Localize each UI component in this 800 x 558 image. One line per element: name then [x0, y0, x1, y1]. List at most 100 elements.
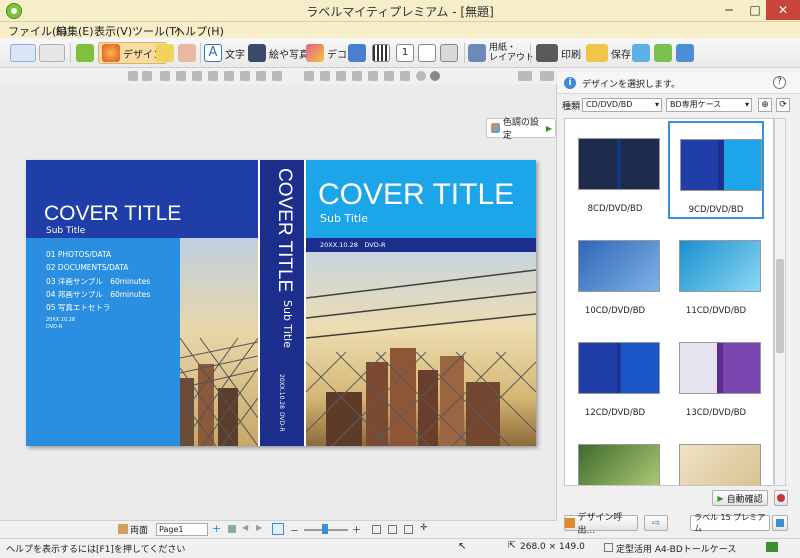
- status-size: 268.0 × 149.0: [520, 542, 585, 552]
- design-thumb[interactable]: 10CD/DVD/BD: [567, 223, 663, 321]
- design-call-button[interactable]: デザイン呼出...: [564, 513, 638, 536]
- prev-page-icon[interactable]: ◀: [242, 523, 248, 532]
- link-icon[interactable]: [224, 71, 234, 81]
- cd-cover-preview[interactable]: COVER TITLE Sub Title 01 PHOTOS/DATA 02 …: [26, 160, 536, 446]
- back-date: 20XX.10.28: [46, 317, 76, 323]
- design-thumb[interactable]: 13CD/DVD/BD: [668, 325, 764, 423]
- front-date-media: 20XX.10.28 DVD-R: [320, 241, 386, 249]
- add-page-icon[interactable]: +: [212, 522, 221, 535]
- dot-icon[interactable]: [430, 71, 440, 81]
- track-item: 02 DOCUMENTS/DATA: [46, 263, 129, 272]
- shape-icon[interactable]: [384, 71, 394, 81]
- tag-button[interactable]: [76, 42, 94, 64]
- both-sides-label[interactable]: 両面: [130, 523, 148, 536]
- paint-icon[interactable]: [208, 71, 218, 81]
- pen-button[interactable]: [156, 42, 174, 64]
- close-button[interactable]: ✕: [766, 0, 800, 20]
- print-status-icon: [766, 542, 778, 552]
- text-edit-icon[interactable]: [192, 71, 202, 81]
- thumb-label: 10CD/DVD/BD: [584, 306, 646, 316]
- border-icon[interactable]: [352, 71, 362, 81]
- category-select[interactable]: CD/DVD/BD: [582, 98, 662, 112]
- minimize-button[interactable]: ─: [716, 0, 742, 20]
- user-settings-button[interactable]: [774, 490, 788, 506]
- page-select[interactable]: Page1: [156, 523, 208, 536]
- save-label: 保存: [611, 49, 631, 61]
- view-toggle-button[interactable]: [10, 42, 65, 64]
- save-button[interactable]: 保存: [586, 42, 631, 64]
- label-product-select[interactable]: ラベル 15 プレミアム: [690, 513, 770, 533]
- size-icon: ⇱: [508, 541, 516, 551]
- design-thumb-selected[interactable]: 9CD/DVD/BD: [668, 121, 764, 219]
- front-photo: [305, 252, 536, 446]
- image-tool-button[interactable]: [348, 42, 366, 64]
- layer-icon[interactable]: [400, 71, 410, 81]
- paper-layout-button[interactable]: 用紙・ レイアウト: [468, 42, 534, 64]
- design-thumb[interactable]: [567, 427, 663, 485]
- fill-icon[interactable]: [240, 71, 250, 81]
- zoom-out-icon[interactable]: －: [290, 524, 299, 537]
- scrollbar-thumb[interactable]: [776, 259, 784, 353]
- eraser-button[interactable]: [178, 42, 196, 64]
- print-button[interactable]: 印刷: [536, 42, 581, 64]
- grid-icon[interactable]: [304, 71, 314, 81]
- barcode-button[interactable]: [372, 42, 390, 64]
- draw-icon[interactable]: [176, 71, 186, 81]
- zoom-in-icon[interactable]: ＋: [352, 523, 361, 536]
- design-thumb[interactable]: 12CD/DVD/BD: [567, 325, 663, 423]
- calendar-button[interactable]: [418, 42, 436, 64]
- text-button[interactable]: A 文字: [204, 42, 245, 64]
- delivery-button[interactable]: [676, 42, 694, 64]
- design-thumb[interactable]: 8CD/DVD/BD: [567, 121, 663, 219]
- product-info-button[interactable]: [772, 515, 788, 531]
- panel-toggle-icon[interactable]: [518, 71, 532, 81]
- frame-button[interactable]: [440, 42, 458, 64]
- table-icon[interactable]: [368, 71, 378, 81]
- status-help-text: ヘルプを表示するには[F1]を押してください: [6, 545, 186, 555]
- color-settings-button[interactable]: 色調の設定 ▶: [486, 118, 556, 141]
- transfer-button[interactable]: ⇨: [644, 515, 668, 531]
- magic-icon[interactable]: [272, 71, 282, 81]
- undo-icon[interactable]: [128, 71, 138, 81]
- select-icon[interactable]: [160, 71, 170, 81]
- deco-button[interactable]: デコ: [306, 42, 347, 64]
- refresh-icon[interactable]: ⟳: [776, 98, 790, 112]
- first-page-icon[interactable]: [228, 525, 236, 533]
- spine-media: DVD-R: [278, 412, 285, 432]
- redo-icon[interactable]: [142, 71, 152, 81]
- next-page-icon[interactable]: ▶: [256, 523, 262, 532]
- snap-toggle-icon[interactable]: [388, 525, 397, 534]
- circle-icon[interactable]: [416, 71, 426, 81]
- text-label: 文字: [225, 49, 245, 61]
- case-select[interactable]: BD専用ケース: [666, 98, 752, 112]
- info-icon: i: [564, 77, 576, 89]
- fit-page-icon[interactable]: [272, 523, 284, 535]
- auto-check-button[interactable]: ▶ 自動確認: [712, 490, 768, 506]
- design-thumb[interactable]: 11CD/DVD/BD: [668, 223, 764, 321]
- maximize-button[interactable]: □: [742, 0, 768, 20]
- brush-icon[interactable]: [256, 71, 266, 81]
- gallery-scrollbar[interactable]: [774, 118, 786, 486]
- design-thumb[interactable]: [668, 427, 764, 485]
- menu-edit[interactable]: 編集(E): [56, 23, 94, 39]
- crosshair-icon[interactable]: ✛: [420, 523, 428, 533]
- thumb-image: [578, 240, 660, 292]
- guide-toggle-icon[interactable]: [404, 525, 413, 534]
- zoom-slider-thumb[interactable]: [322, 524, 328, 534]
- arrow-right-icon: ⇨: [651, 517, 661, 529]
- zoom-thumb-icon[interactable]: ⊕: [758, 98, 772, 112]
- menu-help[interactable]: ヘルプ(H): [174, 23, 224, 39]
- help-icon[interactable]: ?: [773, 76, 786, 89]
- thumb-image: [680, 139, 762, 191]
- number-button[interactable]: 1: [396, 42, 414, 64]
- image-edit-icon[interactable]: [320, 71, 330, 81]
- panel-menu-icon[interactable]: [540, 71, 554, 81]
- menu-view[interactable]: 表示(V): [94, 23, 132, 39]
- crop-icon[interactable]: [336, 71, 346, 81]
- share-button[interactable]: [654, 42, 672, 64]
- picture-button[interactable]: 絵や写真: [248, 42, 309, 64]
- grid-toggle-icon[interactable]: [372, 525, 381, 534]
- export-button[interactable]: [632, 42, 650, 64]
- page-controls: 両面 Page1 + ◀ ▶ － ＋ ✛: [0, 520, 557, 538]
- track-item: 05 写真エトセトラ: [46, 303, 111, 312]
